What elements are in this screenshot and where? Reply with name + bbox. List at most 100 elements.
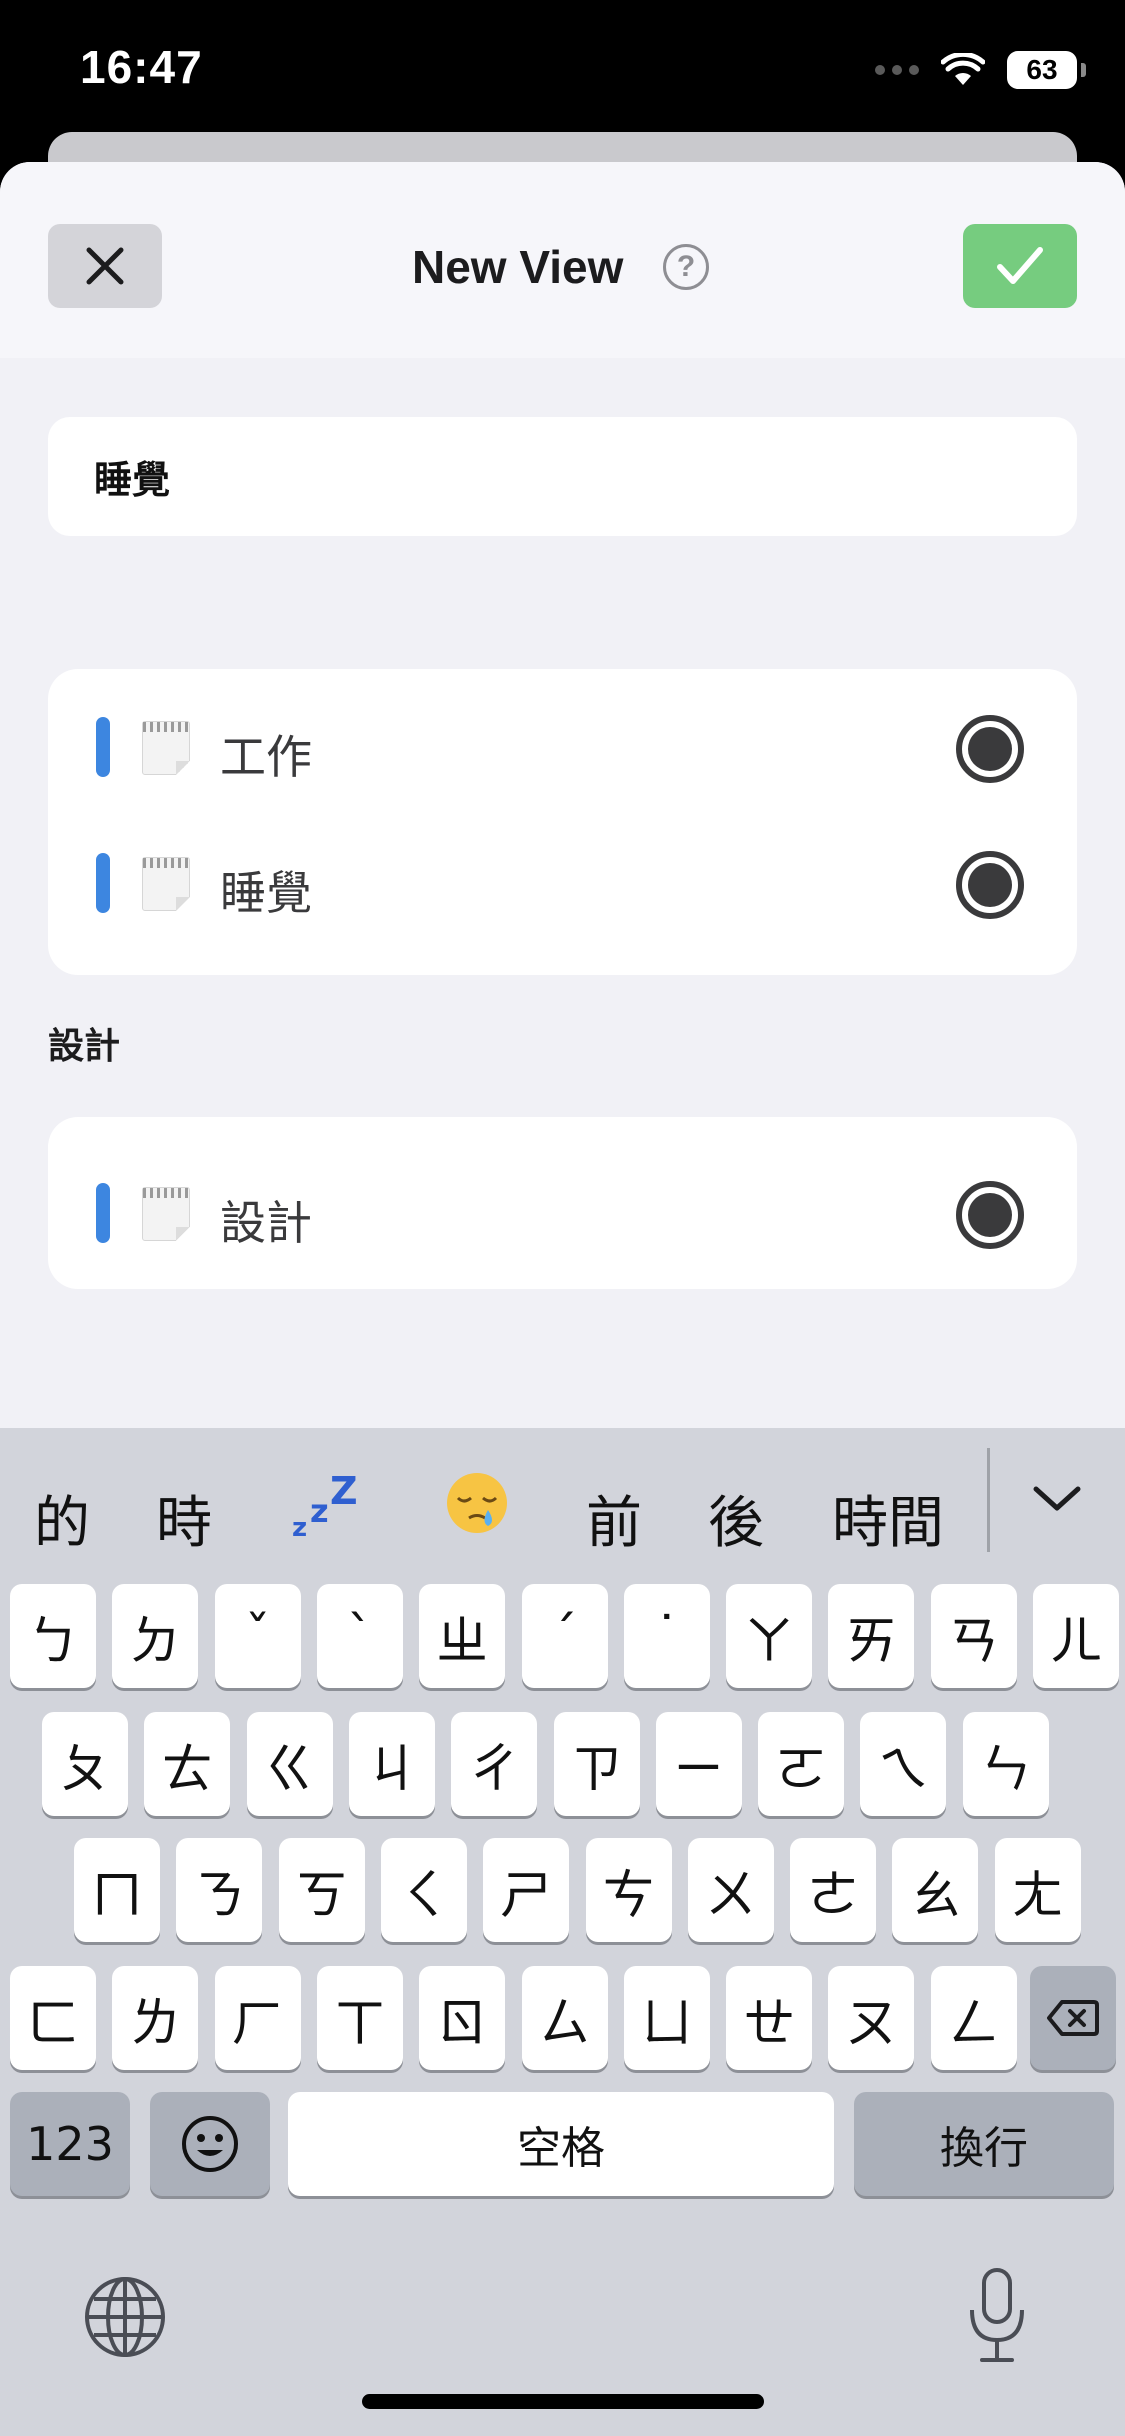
zhuyin-key[interactable]: ㄍ [246,1712,333,1816]
zhuyin-key[interactable]: ㄦ [1033,1584,1119,1688]
backspace-icon [1047,2000,1099,2036]
zhuyin-key[interactable]: ㄢ [930,1584,1017,1688]
status-time: 16:47 [80,41,203,93]
chevron-down-icon [1033,1486,1081,1511]
calendar-group-card: 工作 睡覺 [48,669,1077,975]
zhuyin-key[interactable]: ㄠ [892,1838,979,1942]
battery-icon: 63 [1007,51,1086,89]
list-item[interactable]: 設計 [48,1153,1077,1253]
sleepy-face-icon [447,1473,507,1533]
space-key[interactable]: 空格 [288,2092,834,2196]
list-item-label: 工作 [220,730,312,784]
svg-text:z: z [310,1492,329,1530]
zhuyin-key[interactable]: ㄚ [726,1584,813,1688]
notepad-icon [142,1187,190,1241]
home-indicator [362,2394,764,2409]
color-bar [96,1183,110,1243]
candidate-word[interactable]: 後 [708,1478,764,1559]
zhuyin-key[interactable]: ㄟ [860,1712,947,1816]
zhuyin-key[interactable]: ˙ [623,1584,710,1688]
selected-radio-icon[interactable] [956,715,1024,783]
zhuyin-key[interactable]: ㄝ [726,1966,813,2070]
color-bar [96,853,110,913]
list-item[interactable]: 工作 [48,687,1077,787]
candidate-sleepy-emoji[interactable] [444,1470,510,1536]
selected-radio-icon[interactable] [956,851,1024,919]
close-button[interactable] [48,224,162,308]
zhuyin-key[interactable]: ㄈ [10,1966,96,2070]
zhuyin-key[interactable]: ㄅ [10,1584,96,1688]
zhuyin-key[interactable]: ㄣ [962,1712,1049,1816]
close-icon [86,247,124,285]
nav-bar: New View ? [0,162,1125,358]
expand-candidates-button[interactable] [1020,1468,1094,1528]
list-item-label: 睡覺 [220,866,312,920]
zhuyin-key[interactable]: ˇ [214,1584,301,1688]
zhuyin-key[interactable]: ㄋ [176,1838,263,1942]
candidate-divider [987,1448,990,1552]
section-header: 設計 [48,1026,121,1067]
zhuyin-key[interactable]: ㄊ [144,1712,231,1816]
zhuyin-key[interactable]: ㄥ [930,1966,1017,2070]
zhuyin-key[interactable]: ˊ [521,1584,608,1688]
cellular-signal-icon [875,65,919,75]
delete-key[interactable] [1030,1966,1116,2070]
candidate-word[interactable]: 時間 [832,1478,944,1559]
color-bar [96,717,110,777]
confirm-button[interactable] [963,224,1077,308]
zhuyin-keyboard: 的 時 z z Z 前 後 時間 ㄅㄉˇˋㄓˊ ˙ ㄚ ㄞ ㄢ ㄦ ㄆ ㄊ ㄍ … [0,1428,1125,2436]
wifi-icon [941,53,985,85]
zhuyin-key[interactable]: ㄙ [521,1966,608,2070]
zhuyin-key[interactable]: ˋ [316,1584,403,1688]
emoji-key[interactable] [150,2092,270,2196]
zhuyin-key[interactable]: ㄎ [278,1838,365,1942]
list-item[interactable]: 睡覺 [48,823,1077,923]
help-icon[interactable]: ? [663,244,709,290]
notepad-icon [142,857,190,911]
globe-icon[interactable] [80,2272,170,2362]
zhuyin-key[interactable]: ㄤ [994,1838,1081,1942]
candidate-word[interactable]: 前 [586,1478,642,1559]
zzz-icon: z z Z [292,1469,358,1543]
zhuyin-key[interactable]: ㄗ [553,1712,640,1816]
notepad-icon [142,721,190,775]
candidate-zzz-emoji[interactable]: z z Z [290,1469,360,1543]
checkmark-icon [997,247,1043,284]
zhuyin-key[interactable]: ㄘ [585,1838,672,1942]
calendar-group-card: 設計 [48,1117,1077,1289]
candidate-word[interactable]: 時 [156,1478,212,1559]
candidate-bar: 的 時 z z Z 前 後 時間 [0,1428,1125,1578]
view-name-input[interactable] [48,417,1077,536]
zhuyin-key[interactable]: ㄜ [790,1838,877,1942]
zhuyin-key[interactable]: ㄨ [687,1838,774,1942]
zhuyin-key[interactable]: ㄇ [74,1838,160,1942]
return-key[interactable]: 換行 [854,2092,1114,2196]
numbers-key[interactable]: 123 [10,2092,130,2196]
zhuyin-key[interactable]: ㄉ [112,1584,199,1688]
zhuyin-key[interactable]: ㄑ [380,1838,467,1942]
zhuyin-key[interactable]: ㄛ [758,1712,845,1816]
zhuyin-key[interactable]: ㄧ [655,1712,742,1816]
microphone-icon[interactable] [962,2266,1032,2366]
zhuyin-key[interactable]: ㄕ [483,1838,570,1942]
zhuyin-key[interactable]: ㄆ [42,1712,128,1816]
page-title: New View [412,241,624,293]
status-bar: 16:47 63 [0,0,1125,140]
zhuyin-key[interactable]: ㄒ [316,1966,403,2070]
zhuyin-key[interactable]: ㄓ [419,1584,506,1688]
list-item-label: 設計 [220,1196,312,1250]
zhuyin-key[interactable]: ㄔ [451,1712,538,1816]
status-icons: 63 [875,48,1086,92]
candidate-word[interactable]: 的 [34,1478,90,1559]
zhuyin-key[interactable]: ㄏ [214,1966,301,2070]
zhuyin-key[interactable]: ㄡ [828,1966,915,2070]
svg-text:z: z [292,1513,307,1540]
zhuyin-key[interactable]: ㄩ [623,1966,710,2070]
zhuyin-key[interactable]: ㄐ [348,1712,435,1816]
zhuyin-key[interactable]: ㄌ [112,1966,199,2070]
selected-radio-icon[interactable] [956,1181,1024,1249]
zhuyin-key[interactable]: ㄞ [828,1584,915,1688]
zhuyin-key[interactable]: ㄖ [419,1966,506,2070]
svg-text:Z: Z [330,1470,358,1513]
smiley-icon [182,2116,238,2172]
